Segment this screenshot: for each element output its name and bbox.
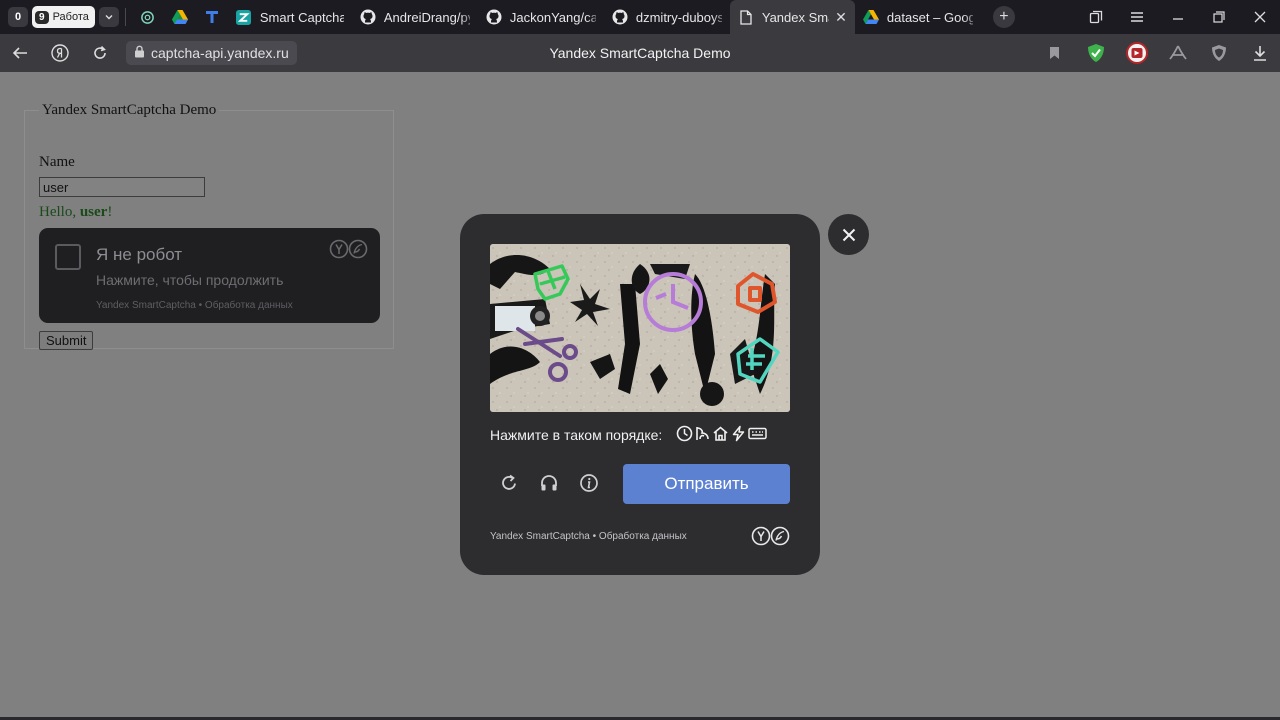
workspace-work-number: 9 bbox=[35, 10, 49, 24]
page-icon bbox=[738, 9, 754, 25]
hello-suffix: ! bbox=[107, 204, 113, 220]
send-button[interactable]: Отправить bbox=[623, 464, 790, 504]
yandex-logo-icon bbox=[751, 526, 790, 546]
info-icon[interactable] bbox=[578, 472, 599, 493]
captcha-tools bbox=[498, 472, 599, 493]
headphones-icon[interactable] bbox=[538, 472, 559, 493]
form-legend: Yandex SmartCaptcha Demo bbox=[42, 102, 217, 118]
github-icon bbox=[486, 9, 502, 25]
house-icon bbox=[712, 425, 729, 445]
url-text: captcha-api.yandex.ru bbox=[151, 45, 289, 61]
pinned-tab-drive[interactable] bbox=[164, 0, 196, 34]
menu-icon[interactable] bbox=[1116, 0, 1157, 34]
captcha-modal: Нажмите в таком порядке: Отправить Yande… bbox=[460, 214, 820, 575]
tab-title: AndreiDrang/py bbox=[383, 9, 470, 25]
lightning-icon bbox=[730, 425, 747, 445]
zeta-icon bbox=[236, 9, 252, 25]
widget-footer: Yandex SmartCaptcha • Обработка данных bbox=[96, 300, 293, 311]
chatgpt-icon bbox=[140, 9, 156, 25]
workspace-work-label: Работа bbox=[52, 11, 89, 23]
translate-icon bbox=[204, 9, 220, 25]
pinned-tab-translate[interactable] bbox=[196, 0, 228, 34]
new-tab-button[interactable]: + bbox=[992, 6, 1015, 28]
workspace-count-badge[interactable]: 0 bbox=[8, 7, 28, 27]
google-drive-icon bbox=[862, 9, 879, 25]
order-instruction: Нажмите в таком порядке: bbox=[490, 425, 768, 445]
reload-icon[interactable] bbox=[80, 34, 120, 72]
window-controls bbox=[1075, 0, 1280, 34]
close-modal-button[interactable] bbox=[828, 214, 869, 255]
back-arrow-icon[interactable] bbox=[0, 34, 40, 72]
captcha-footer[interactable]: Yandex SmartCaptcha • Обработка данных bbox=[490, 531, 687, 542]
yandex-icon[interactable] bbox=[40, 34, 80, 72]
order-instruction-text: Нажмите в таком порядке: bbox=[490, 427, 663, 443]
keyboard-icon bbox=[748, 425, 768, 445]
tab-strip: 0 9 Работа Smart Captcha AndreiDrang/py … bbox=[0, 0, 1280, 34]
tab-jackonyang[interactable]: JackonYang/cap bbox=[478, 0, 604, 34]
tab-separator bbox=[124, 8, 126, 26]
workspace-switcher: 0 9 Работа bbox=[0, 0, 119, 34]
tab-collections-icon[interactable] bbox=[1075, 0, 1116, 34]
captcha-widget[interactable]: Я не робот Нажмите, чтобы продолжить Yan… bbox=[39, 228, 380, 323]
hello-message: Hello, user! bbox=[39, 204, 112, 221]
submit-button[interactable]: Submit bbox=[39, 331, 94, 350]
close-window-icon[interactable] bbox=[1239, 0, 1280, 34]
hello-user: user bbox=[79, 204, 108, 220]
demo-form: Yandex SmartCaptcha Demo Name Hello, use… bbox=[24, 102, 394, 350]
tab-andreidrang[interactable]: AndreiDrang/py bbox=[352, 0, 478, 34]
order-icons bbox=[676, 425, 768, 445]
lock-icon bbox=[134, 45, 145, 61]
address-bar: captcha-api.yandex.ru Yandex SmartCaptch… bbox=[0, 34, 1280, 72]
close-icon bbox=[842, 228, 855, 241]
not-robot-checkbox[interactable] bbox=[55, 244, 81, 270]
tab-title: JackonYang/cap bbox=[509, 9, 596, 25]
tab-title: Yandex Smar bbox=[761, 9, 829, 25]
hello-prefix: Hello, bbox=[39, 204, 77, 220]
tab-title: dzmitry-duboys bbox=[635, 9, 722, 25]
clock-icon bbox=[676, 425, 693, 445]
toolbar-right bbox=[1034, 34, 1280, 72]
name-input[interactable] bbox=[39, 177, 205, 197]
name-label: Name bbox=[39, 154, 75, 170]
yandex-logo-icon bbox=[329, 239, 368, 259]
bookmark-icon[interactable] bbox=[1034, 34, 1075, 72]
tab-dataset[interactable]: dataset – Goog bbox=[855, 0, 981, 34]
bird-icon bbox=[694, 425, 711, 445]
chevron-down-icon[interactable] bbox=[98, 7, 119, 27]
tab-yandex-smartcaptcha[interactable]: Yandex Smar ✕ bbox=[729, 0, 855, 34]
close-tab-icon[interactable]: ✕ bbox=[835, 9, 847, 26]
widget-title: Я не робот bbox=[96, 245, 183, 264]
tab-title: Smart Captcha bbox=[259, 9, 344, 25]
github-icon bbox=[612, 9, 628, 25]
media-extension-icon[interactable] bbox=[1116, 34, 1157, 72]
widget-subtitle: Нажмите, чтобы продолжить bbox=[96, 272, 284, 288]
github-icon bbox=[360, 9, 376, 25]
download-icon[interactable] bbox=[1239, 34, 1280, 72]
captcha-challenge-image[interactable] bbox=[490, 244, 790, 412]
adguard-shield-icon[interactable] bbox=[1075, 34, 1116, 72]
restore-icon[interactable] bbox=[1198, 0, 1239, 34]
tab-title: dataset – Goog bbox=[886, 9, 973, 25]
workspace-work-button[interactable]: 9 Работа bbox=[32, 6, 95, 28]
refresh-icon[interactable] bbox=[498, 472, 519, 493]
minimize-icon[interactable] bbox=[1157, 0, 1198, 34]
google-drive-icon bbox=[171, 9, 188, 25]
tab-smart-captcha[interactable]: Smart Captcha bbox=[228, 0, 352, 34]
pinned-tab-chatgpt[interactable] bbox=[132, 0, 164, 34]
protect-shield-icon[interactable] bbox=[1198, 34, 1239, 72]
url-field[interactable]: captcha-api.yandex.ru bbox=[126, 41, 297, 65]
tab-dzmitry[interactable]: dzmitry-duboys bbox=[604, 0, 730, 34]
pdf-reader-icon[interactable] bbox=[1157, 34, 1198, 72]
